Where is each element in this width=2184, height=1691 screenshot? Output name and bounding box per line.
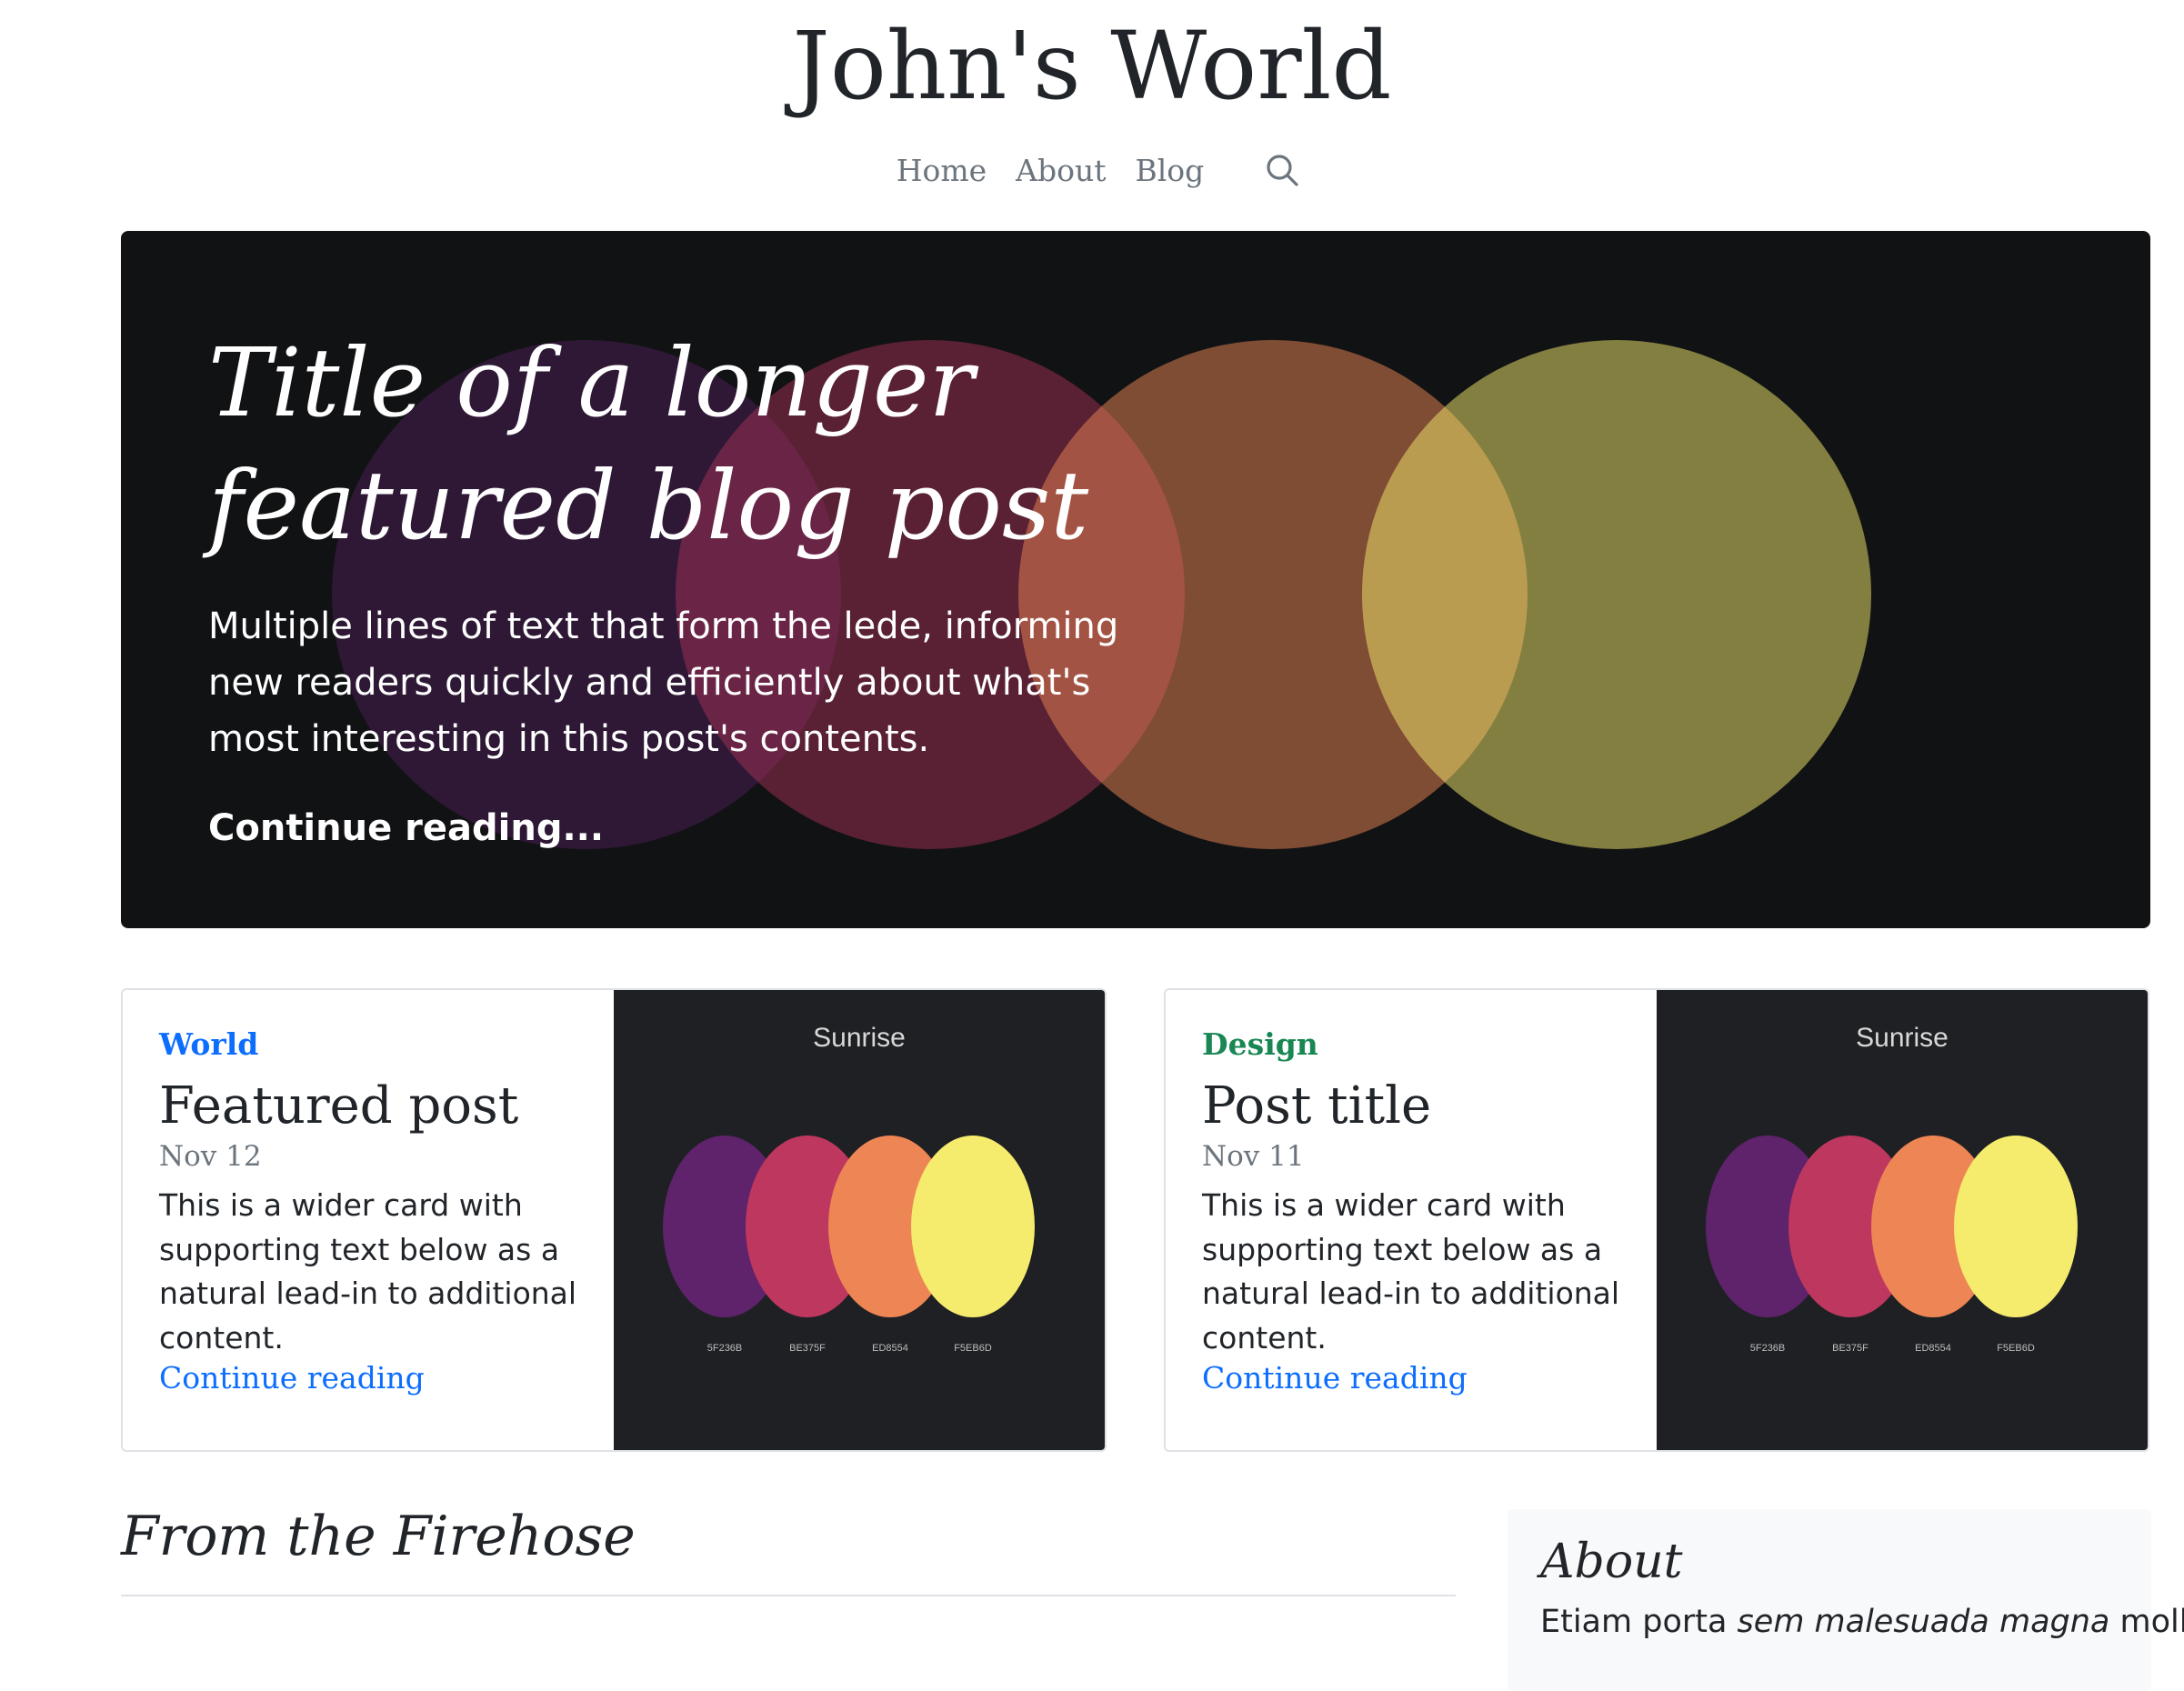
nav-home-link[interactable]: Home — [897, 153, 987, 188]
card-thumbnail: Sunrise 5F236B BE375F ED8554 F5EB6D — [614, 990, 1105, 1450]
card-category: World — [159, 1026, 259, 1062]
card-title: Post title — [1202, 1076, 1432, 1136]
palette-code: ED8554 — [1915, 1343, 1951, 1354]
card-continue-reading-link[interactable]: Continue reading — [159, 1360, 425, 1396]
palette-code: F5EB6D — [954, 1343, 992, 1354]
palette-code: F5EB6D — [1997, 1343, 2035, 1354]
card-title: Featured post — [159, 1076, 519, 1136]
thumbnail-palette — [663, 1136, 1035, 1317]
about-text-end: mollis — [2119, 1604, 2184, 1640]
card-text: This is a wider card with supporting tex… — [1202, 1187, 1620, 1356]
nav-about-link[interactable]: About — [1016, 153, 1106, 188]
card-date: Nov 12 — [159, 1140, 262, 1173]
hero-title: Title of a longer featured blog post — [208, 327, 1089, 562]
section-divider — [121, 1595, 1456, 1596]
main-nav: Home About Blog — [0, 150, 2184, 190]
hero-continue-reading-link[interactable]: Continue reading... — [208, 807, 604, 849]
palette-code: 5F236B — [1749, 1343, 1786, 1354]
featured-hero: Title of a longer featured blog post Mul… — [121, 231, 2150, 928]
post-card: World Featured post Nov 12 This is a wid… — [121, 988, 1107, 1452]
palette-code: BE375F — [1832, 1343, 1868, 1354]
site-title: John's World — [792, 12, 1392, 121]
about-text-start: Etiam porta — [1540, 1604, 1738, 1640]
hero-circle-4 — [1362, 340, 1871, 849]
card-text: This is a wider card with supporting tex… — [159, 1187, 577, 1356]
about-text: Etiam porta sem malesuada magna mollis — [1540, 1604, 2184, 1640]
card-date: Nov 11 — [1202, 1140, 1305, 1173]
card-thumbnail: Sunrise 5F236B BE375F ED8554 F5EB6D — [1657, 990, 2148, 1450]
palette-code: ED8554 — [872, 1343, 908, 1354]
post-card: Design Post title Nov 11 This is a wider… — [1164, 988, 2149, 1452]
thumbnail-palette — [1706, 1136, 2078, 1317]
palette-code: BE375F — [789, 1343, 826, 1354]
about-sidebar: About Etiam porta sem malesuada magna mo… — [1508, 1509, 2184, 1691]
about-title: About — [1540, 1535, 1683, 1589]
hero-lede: Multiple lines of text that form the led… — [208, 605, 1119, 761]
card-category: Design — [1202, 1026, 1318, 1062]
card-continue-reading-link[interactable]: Continue reading — [1202, 1360, 1468, 1396]
search-icon[interactable] — [1262, 150, 1302, 190]
about-text-emphasis: sem malesuada magna — [1737, 1604, 2110, 1640]
section-title-firehose: From the Firehose — [121, 1505, 636, 1568]
palette-code: 5F236B — [706, 1343, 743, 1354]
nav-blog-link[interactable]: Blog — [1136, 153, 1205, 188]
